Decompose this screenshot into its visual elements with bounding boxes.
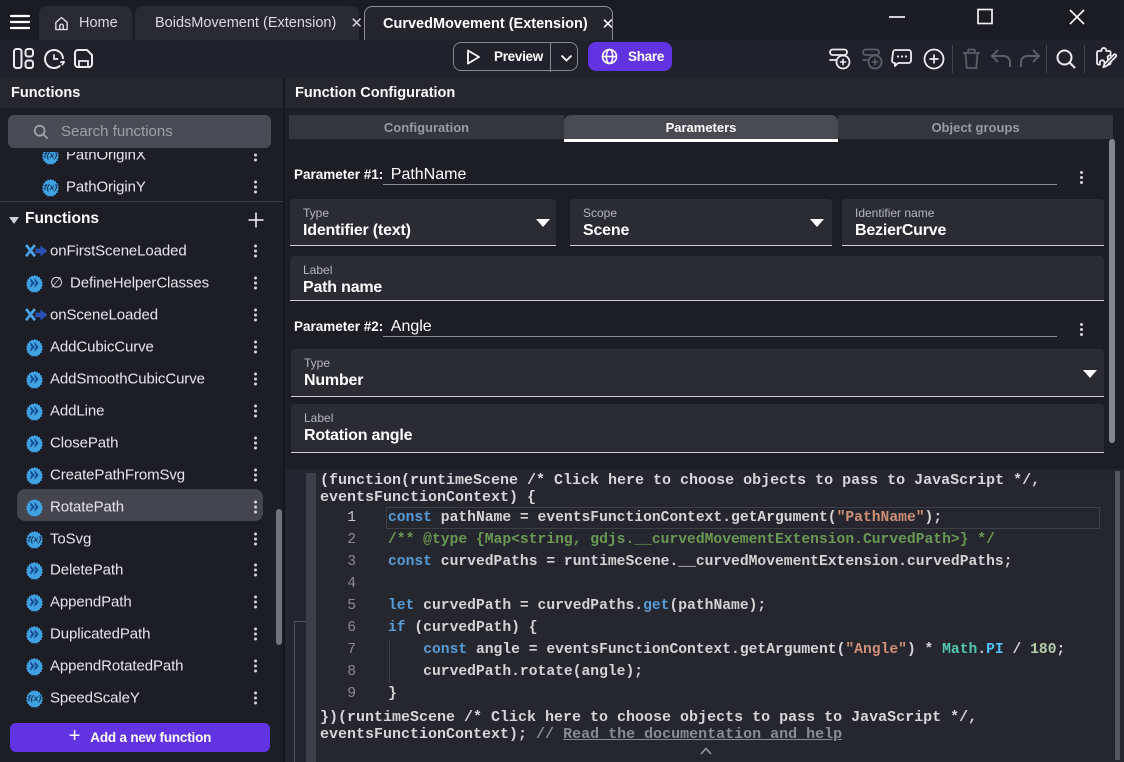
svg-text:f(x): f(x): [28, 534, 42, 544]
svg-text:f(x): f(x): [44, 152, 58, 160]
svg-text:f(x): f(x): [28, 693, 42, 703]
svg-text:f(x): f(x): [44, 182, 58, 192]
